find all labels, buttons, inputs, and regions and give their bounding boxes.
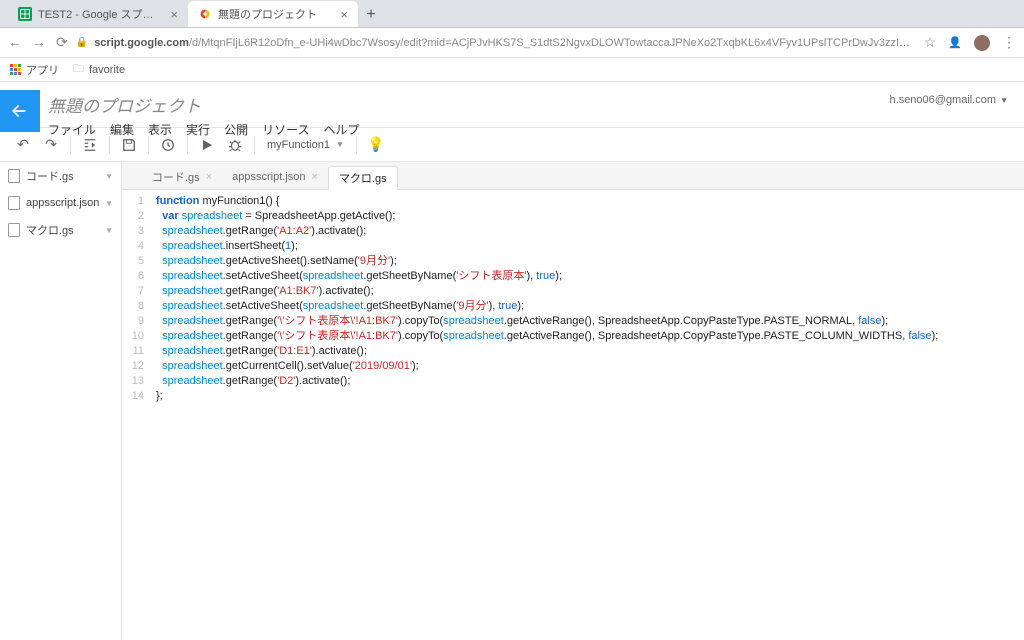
- undo-button[interactable]: ↶: [10, 132, 36, 158]
- reload-button[interactable]: ⟳: [56, 34, 68, 51]
- lightbulb-button[interactable]: 💡: [363, 132, 389, 158]
- redo-button[interactable]: ↷: [38, 132, 64, 158]
- browser-tab-1[interactable]: 無題のプロジェクト ×: [188, 1, 358, 27]
- file-sidebar: コード.gs ▼ appsscript.json ▼ マクロ.gs ▼: [0, 162, 122, 640]
- indent-button[interactable]: [77, 132, 103, 158]
- separator: [356, 136, 357, 154]
- nav-buttons: ← → ⟳: [8, 34, 68, 51]
- editor-tab-code[interactable]: コード.gs×: [142, 165, 222, 189]
- account-menu[interactable]: h.seno06@gmail.com ▼: [890, 92, 1008, 106]
- tab-title: TEST2 - Google スプレッドシー…: [38, 6, 164, 22]
- close-icon[interactable]: ×: [340, 7, 348, 22]
- main-area: コード.gs ▼ appsscript.json ▼ マクロ.gs ▼ コード.…: [0, 162, 1024, 640]
- browser-tab-strip: TEST2 - Google スプレッドシー… × 無題のプロジェクト × +: [0, 0, 1024, 28]
- separator: [70, 136, 71, 154]
- menu-help[interactable]: ヘルプ: [323, 121, 359, 138]
- folder-icon: 🗀: [73, 60, 84, 79]
- separator: [148, 136, 149, 154]
- close-icon[interactable]: ×: [312, 171, 318, 183]
- triggers-button[interactable]: [155, 132, 181, 158]
- editor-tab-strip: コード.gs× appsscript.json× マクロ.gs: [122, 162, 1024, 190]
- separator: [254, 136, 255, 154]
- menu-resources[interactable]: リソース: [262, 121, 309, 138]
- close-icon[interactable]: ×: [170, 7, 178, 22]
- bookmarks-bar: アプリ 🗀 favorite: [0, 58, 1024, 82]
- caret-down-icon[interactable]: ▼: [105, 172, 113, 181]
- browser-tab-0[interactable]: TEST2 - Google スプレッドシー… ×: [8, 1, 188, 27]
- editor-tab-appsscript[interactable]: appsscript.json×: [222, 165, 328, 189]
- menu-icon[interactable]: ⋮: [1002, 34, 1016, 51]
- apps-icon: [10, 64, 21, 75]
- lock-icon: 🔒: [76, 37, 88, 48]
- caret-down-icon[interactable]: ▼: [105, 199, 113, 208]
- script-favicon: [198, 7, 212, 21]
- back-to-drive-icon[interactable]: [0, 90, 40, 132]
- new-tab-button[interactable]: +: [358, 3, 384, 27]
- sidebar-file-code[interactable]: コード.gs ▼: [0, 162, 121, 190]
- sidebar-file-macro[interactable]: マクロ.gs ▼: [0, 216, 121, 244]
- caret-down-icon[interactable]: ▼: [105, 226, 113, 235]
- editor: コード.gs× appsscript.json× マクロ.gs 12345678…: [122, 162, 1024, 640]
- file-icon: [8, 223, 20, 237]
- code-area[interactable]: 1234567891011121314 function myFunction1…: [122, 190, 1024, 640]
- debug-button[interactable]: [222, 132, 248, 158]
- sidebar-file-appsscript[interactable]: appsscript.json ▼: [0, 190, 121, 216]
- caret-down-icon: ▼: [336, 140, 344, 149]
- tab-title: 無題のプロジェクト: [218, 6, 334, 22]
- save-button[interactable]: [116, 132, 142, 158]
- forward-button[interactable]: →: [32, 34, 46, 51]
- file-icon: [8, 196, 20, 210]
- ext-icon[interactable]: 👤: [948, 36, 962, 49]
- close-icon[interactable]: ×: [206, 171, 212, 183]
- file-icon: [8, 169, 20, 183]
- project-title[interactable]: 無題のプロジェクト: [48, 92, 890, 117]
- url-field[interactable]: 🔒 script.google.com/d/MtqnFIjL6R12oDfn_e…: [76, 37, 916, 49]
- address-bar: ← → ⟳ 🔒 script.google.com/d/MtqnFIjL6R12…: [0, 28, 1024, 58]
- line-gutter: 1234567891011121314: [122, 190, 150, 640]
- separator: [187, 136, 188, 154]
- separator: [109, 136, 110, 154]
- run-button[interactable]: [194, 132, 220, 158]
- code-content[interactable]: function myFunction1() { var spreadsheet…: [150, 190, 1024, 640]
- apps-script-header: 無題のプロジェクト ファイル 編集 表示 実行 公開 リソース ヘルプ h.se…: [0, 82, 1024, 128]
- function-select[interactable]: myFunction1 ▼: [261, 139, 350, 151]
- profile-icon[interactable]: [974, 35, 990, 51]
- apps-shortcut[interactable]: アプリ: [10, 62, 59, 78]
- star-icon[interactable]: ☆: [924, 34, 937, 51]
- back-button[interactable]: ←: [8, 34, 22, 51]
- editor-tab-macro[interactable]: マクロ.gs: [328, 166, 398, 190]
- sheets-favicon: [18, 7, 32, 21]
- bookmark-favorite[interactable]: 🗀 favorite: [73, 60, 125, 79]
- caret-down-icon: ▼: [1000, 96, 1008, 105]
- addr-actions: ☆ 👤 ⋮: [924, 34, 1016, 51]
